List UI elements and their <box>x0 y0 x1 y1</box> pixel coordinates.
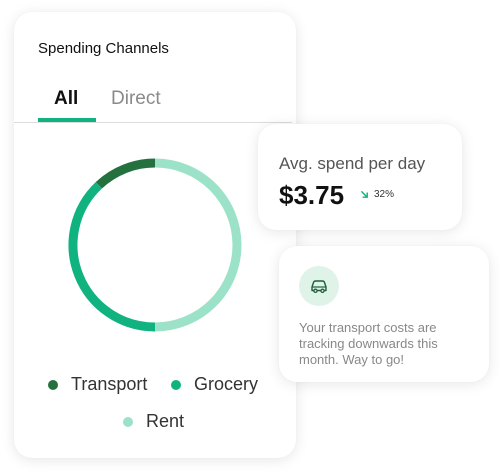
spending-channels-card: Spending Channels All Direct Transport G… <box>14 12 296 458</box>
legend-label-rent: Rent <box>146 411 185 431</box>
active-tab-indicator <box>38 118 96 122</box>
donut-segment-transport <box>95 158 156 189</box>
avg-spend-label: Avg. spend per day <box>279 154 426 173</box>
card-title: Spending Channels <box>38 40 169 57</box>
legend-label-transport: Transport <box>71 374 148 394</box>
tab-all[interactable]: All <box>54 88 78 110</box>
transport-dot <box>48 379 58 390</box>
avg-spend-value: $3.75 <box>279 180 345 210</box>
rent-dot <box>123 416 133 427</box>
stage: Spending Channels All Direct Transport G… <box>0 0 500 475</box>
legend-item-transport: Transport <box>48 374 147 395</box>
avg-spend-change: 32% <box>360 189 394 200</box>
car-badge <box>299 266 339 306</box>
car-icon <box>311 280 327 294</box>
grocery-dot <box>171 379 181 390</box>
legend-label-grocery: Grocery <box>194 374 259 394</box>
tip-message: Your transport costs are tracking downwa… <box>299 320 438 367</box>
donut-segment-grocery <box>68 181 156 332</box>
arrow-down-right-icon <box>361 191 368 198</box>
change-percent: 32% <box>374 189 395 200</box>
spending-donut-chart <box>68 158 242 332</box>
donut-segment-rent <box>154 158 242 332</box>
transport-tip-card: Your transport costs are tracking downwa… <box>279 246 489 382</box>
legend-item-grocery: Grocery <box>171 374 258 395</box>
tab-direct[interactable]: Direct <box>111 88 161 110</box>
legend-item-rent: Rent <box>123 411 184 432</box>
avg-spend-card: Avg. spend per day $3.75 32% <box>258 124 462 230</box>
